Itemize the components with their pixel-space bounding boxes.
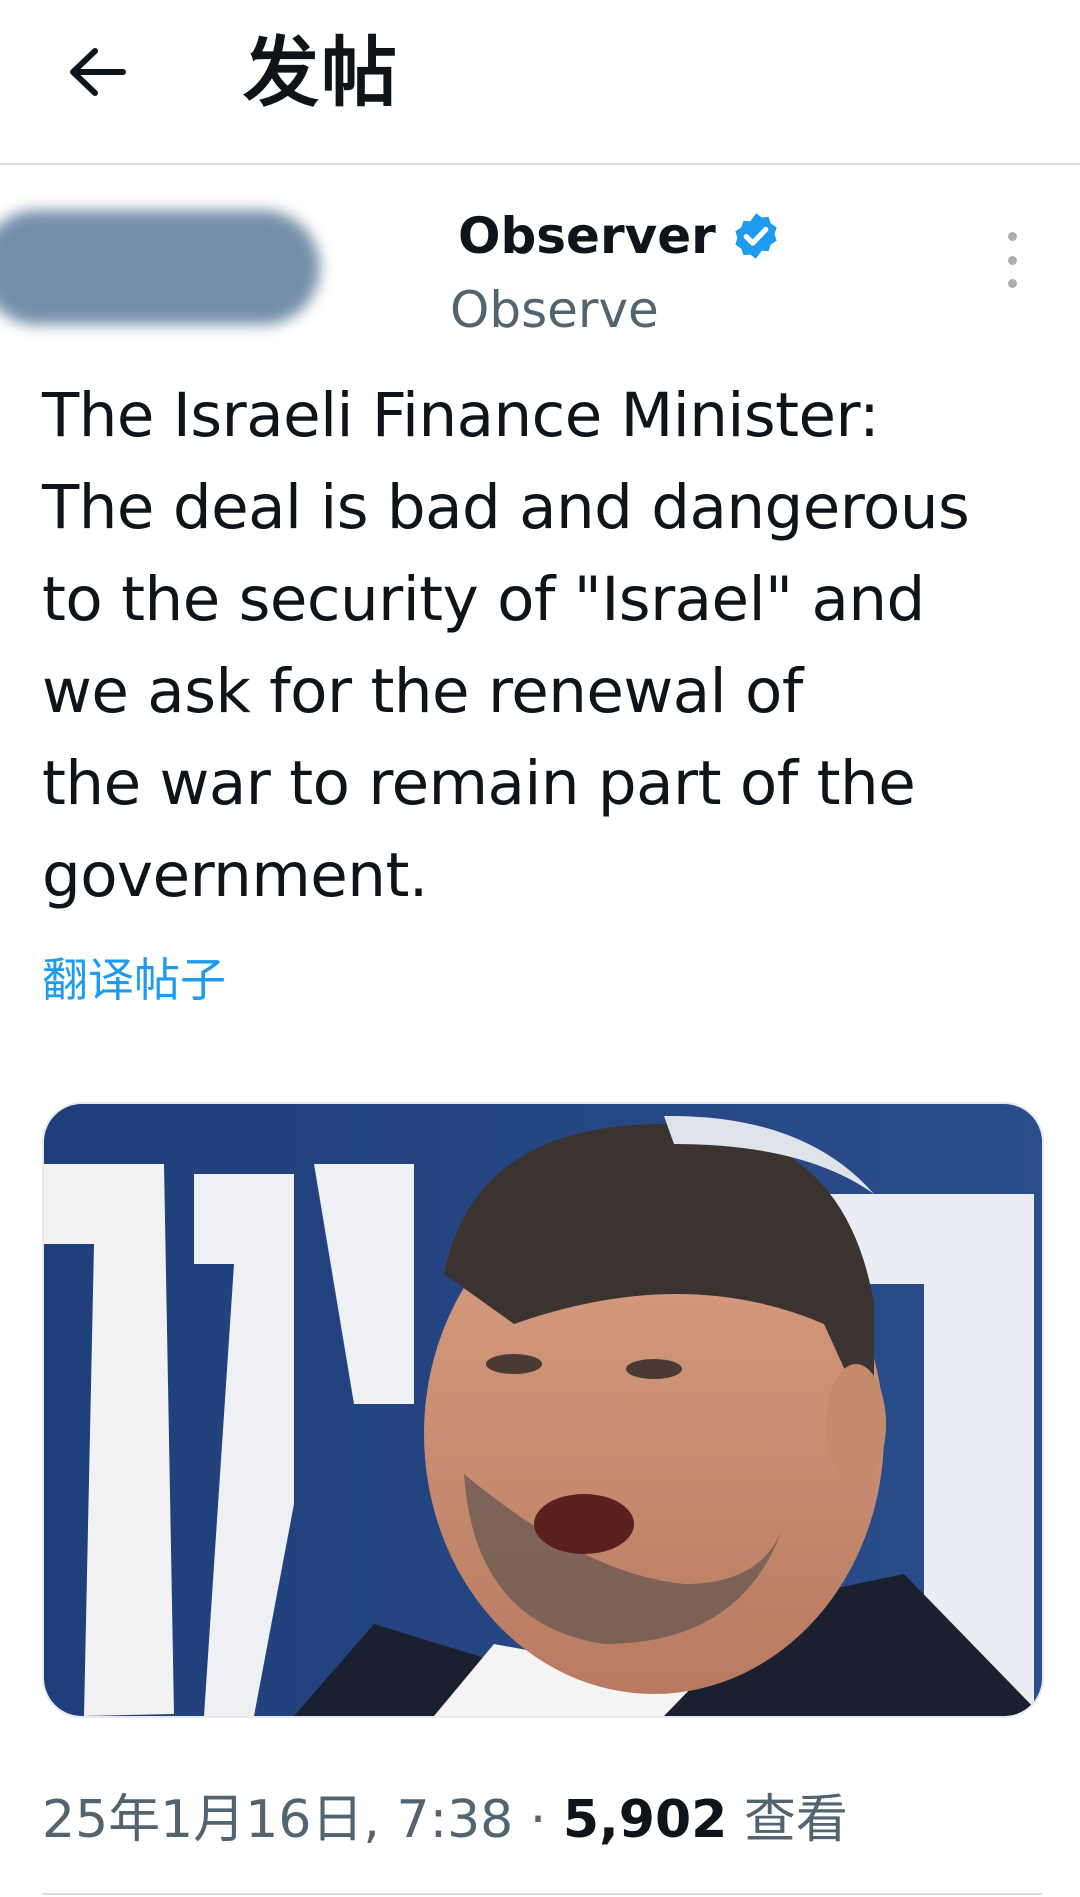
more-vertical-icon: [1007, 255, 1017, 265]
tweet-meta: 25年1月16日, 7:38 · 5,902 查看: [42, 1785, 848, 1855]
view-label: 查看: [727, 1790, 848, 1850]
arrow-left-icon: [70, 48, 126, 96]
translate-post-link[interactable]: 翻译帖子: [42, 950, 226, 1010]
view-count: 5,902: [562, 1790, 728, 1850]
author-row: Observer Observe: [0, 190, 1080, 350]
man-speaking-photo: [44, 1104, 1042, 1716]
more-options-button[interactable]: [990, 232, 1034, 288]
verified-badge-icon: [735, 213, 777, 259]
tweet-text: The Israeli Finance Minister: The deal i…: [42, 380, 970, 911]
post-timestamp[interactable]: 25年1月16日, 7:38: [42, 1790, 513, 1850]
tweet-image[interactable]: [42, 1102, 1044, 1718]
page-title: 发帖: [243, 28, 399, 117]
top-bar: 发帖: [0, 0, 1080, 165]
meta-separator: ·: [513, 1790, 563, 1850]
author-handle[interactable]: Observe: [450, 280, 659, 340]
more-vertical-icon: [1007, 232, 1017, 241]
back-button[interactable]: [58, 34, 134, 110]
author-display-name[interactable]: Observer: [458, 206, 782, 266]
more-vertical-icon: [1007, 279, 1017, 288]
author-display-name-text: Observer: [458, 207, 716, 265]
redacted-avatar-blur: [0, 210, 320, 325]
divider: [42, 1893, 1042, 1895]
